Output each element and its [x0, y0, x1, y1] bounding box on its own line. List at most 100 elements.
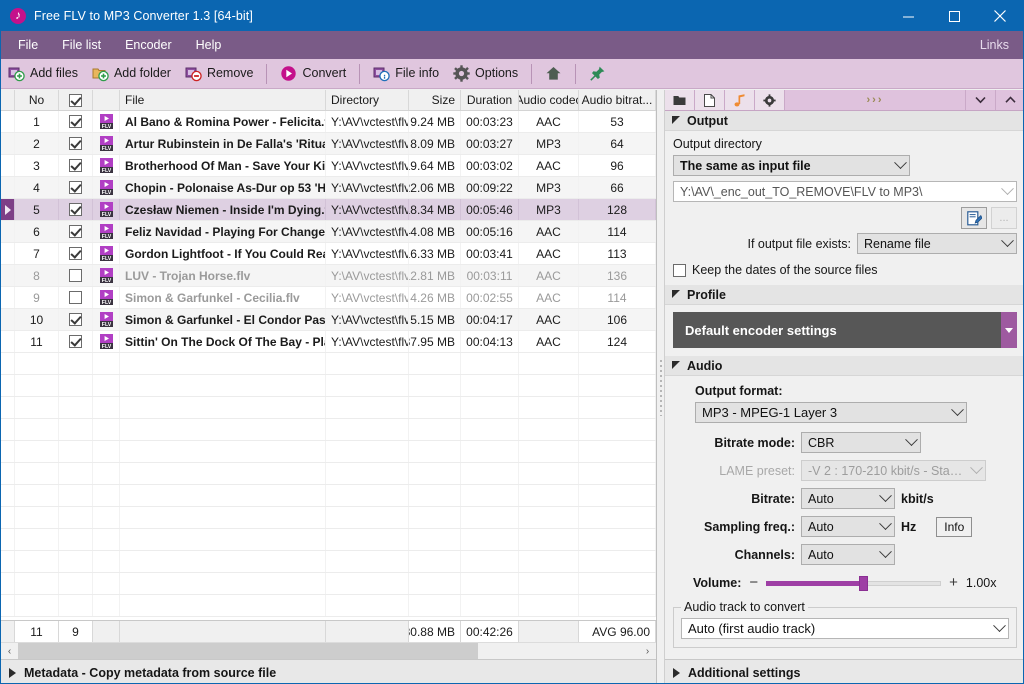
column-header-audio-codec[interactable]: Audio codec	[519, 90, 579, 110]
sampling-freq-select[interactable]: Auto	[801, 516, 895, 537]
browse-button[interactable]: ...	[991, 207, 1017, 229]
add-files-button[interactable]: Add files	[1, 61, 85, 87]
table-row[interactable]: 3 FLV Brotherhood Of Man - Save Your Kisse…	[1, 155, 656, 177]
channels-select[interactable]: Auto	[801, 544, 895, 565]
tab-settings[interactable]	[755, 90, 785, 110]
info-button[interactable]: Info	[936, 516, 973, 537]
music-note-icon	[734, 93, 744, 106]
row-size: 4.26 MB	[409, 287, 461, 308]
additional-settings-bar[interactable]: Additional settings	[665, 659, 1023, 683]
row-checkbox[interactable]	[59, 133, 93, 154]
chevron-up-icon[interactable]	[995, 90, 1023, 110]
menu-item-file[interactable]: File	[6, 31, 50, 59]
scroll-thumb[interactable]	[18, 643, 478, 659]
menu-item-help[interactable]: Help	[184, 31, 234, 59]
row-checkbox[interactable]	[59, 287, 93, 308]
table-row[interactable]: 6 FLV Feliz Navidad - Playing For Change.f…	[1, 221, 656, 243]
table-row[interactable]: 10 FLV Simon & Garfunkel - El Condor Pasa.…	[1, 309, 656, 331]
volume-slider-knob[interactable]	[858, 575, 868, 591]
table-row[interactable]: 1 FLV Al Bano & Romina Power - Felicita.fl…	[1, 111, 656, 133]
svg-text:FLV: FLV	[102, 344, 112, 350]
settings-more-arrows[interactable]: ›››	[785, 90, 965, 110]
collapse-triangle-icon	[672, 289, 680, 298]
output-section-header[interactable]: Output	[665, 111, 1023, 131]
output-path-buttons: ...	[673, 207, 1017, 229]
row-selection-marker	[1, 155, 15, 176]
scroll-track[interactable]	[18, 643, 639, 659]
chevron-down-icon	[877, 517, 894, 536]
panel-splitter[interactable]	[657, 90, 665, 683]
volume-decrease-button[interactable]: −	[749, 575, 758, 590]
keep-dates-row[interactable]: Keep the dates of the source files	[673, 263, 1017, 277]
file-info-button[interactable]: File info	[366, 61, 446, 87]
output-format-select[interactable]: MP3 - MPEG-1 Layer 3	[695, 402, 967, 423]
column-header-audio-bitrate[interactable]: Audio bitrat...	[579, 90, 656, 110]
select-all-checkbox[interactable]	[69, 93, 82, 107]
tab-document[interactable]	[695, 90, 725, 110]
row-checkbox[interactable]	[59, 155, 93, 176]
audio-section-header[interactable]: Audio	[665, 356, 1023, 376]
edit-path-button[interactable]	[961, 207, 987, 229]
table-row[interactable]: 4 FLV Chopin - Polonaise As-Dur op 53 'Her…	[1, 177, 656, 199]
remove-button[interactable]: Remove	[178, 61, 261, 87]
tab-audio[interactable]	[725, 90, 755, 110]
home-button[interactable]	[538, 61, 569, 87]
table-row[interactable]: 11 FLV Sittin' On The Dock Of The Bay - Pl…	[1, 331, 656, 353]
audio-track-select[interactable]: Auto (first audio track)	[681, 618, 1009, 639]
bitrate-select[interactable]: Auto	[801, 488, 895, 509]
output-exists-value: Rename file	[864, 236, 931, 251]
options-button[interactable]: Options	[446, 61, 525, 87]
table-row[interactable]: 9 FLV Simon & Garfunkel - Cecilia.flv Y:\AV…	[1, 287, 656, 309]
profile-dropdown-icon[interactable]	[1001, 312, 1017, 348]
scroll-left-icon[interactable]: ‹	[1, 643, 18, 659]
minimize-icon[interactable]	[885, 1, 931, 31]
volume-increase-button[interactable]: +	[949, 575, 958, 590]
column-header-checkbox[interactable]	[59, 90, 93, 110]
chevron-down-icon[interactable]	[965, 90, 995, 110]
menu-item-file-list[interactable]: File list	[50, 31, 113, 59]
row-checkbox[interactable]	[59, 199, 93, 220]
column-header-no[interactable]: No	[15, 90, 59, 110]
profile-section-header[interactable]: Profile	[665, 285, 1023, 305]
table-row[interactable]: 8 FLV LUV - Trojan Horse.flv Y:\AV\vctest\f…	[1, 265, 656, 287]
volume-slider[interactable]	[766, 575, 942, 591]
menu-item-links[interactable]: Links	[968, 31, 1023, 59]
profile-selector[interactable]: Default encoder settings	[673, 312, 1017, 348]
tab-output-folder[interactable]	[665, 90, 695, 110]
settings-tabbar: ›››	[665, 90, 1023, 111]
keep-dates-checkbox[interactable]	[673, 263, 686, 277]
file-list-horizontal-scrollbar[interactable]: ‹ ›	[1, 642, 656, 659]
metadata-section-bar[interactable]: Metadata - Copy metadata from source fil…	[1, 659, 656, 683]
pin-button[interactable]	[582, 61, 613, 87]
output-exists-select[interactable]: Rename file	[857, 233, 1017, 254]
row-checkbox[interactable]	[59, 265, 93, 286]
column-header-duration[interactable]: Duration	[461, 90, 519, 110]
row-duration: 00:09:22	[461, 177, 519, 198]
maximize-icon[interactable]	[931, 1, 977, 31]
profile-section-title: Profile	[687, 287, 726, 302]
table-row[interactable]: 5 FLV Czesław Niemen - Inside I'm Dying.fl…	[1, 199, 656, 221]
add-folder-button[interactable]: Add folder	[85, 61, 178, 87]
file-list-body[interactable]: 1 FLV Al Bano & Romina Power - Felicita.fl…	[1, 111, 656, 620]
column-header-directory[interactable]: Directory	[326, 90, 409, 110]
column-header-file[interactable]: File	[120, 90, 326, 110]
row-checkbox[interactable]	[59, 111, 93, 132]
row-selection-marker	[1, 265, 15, 286]
row-checkbox[interactable]	[59, 221, 93, 242]
row-checkbox[interactable]	[59, 177, 93, 198]
row-checkbox[interactable]	[59, 309, 93, 330]
table-row[interactable]: 2 FLV Artur Rubinstein in De Falla's 'Ritu…	[1, 133, 656, 155]
output-directory-mode-select[interactable]: The same as input file	[673, 155, 910, 176]
output-directory-path-input[interactable]: Y:\AV\_enc_out_TO_REMOVE\FLV to MP3\	[673, 181, 1017, 202]
column-header-size[interactable]: Size	[409, 90, 461, 110]
bitrate-mode-select[interactable]: CBR	[801, 432, 921, 453]
row-checkbox[interactable]	[59, 331, 93, 352]
convert-button[interactable]: Convert	[273, 61, 353, 87]
close-icon[interactable]	[977, 1, 1023, 31]
empty-row	[1, 573, 656, 595]
menu-item-encoder[interactable]: Encoder	[113, 31, 184, 59]
audio-track-group-label: Audio track to convert	[684, 600, 805, 614]
row-checkbox[interactable]	[59, 243, 93, 264]
table-row[interactable]: 7 FLV Gordon Lightfoot - If You Could Read…	[1, 243, 656, 265]
scroll-right-icon[interactable]: ›	[639, 643, 656, 659]
